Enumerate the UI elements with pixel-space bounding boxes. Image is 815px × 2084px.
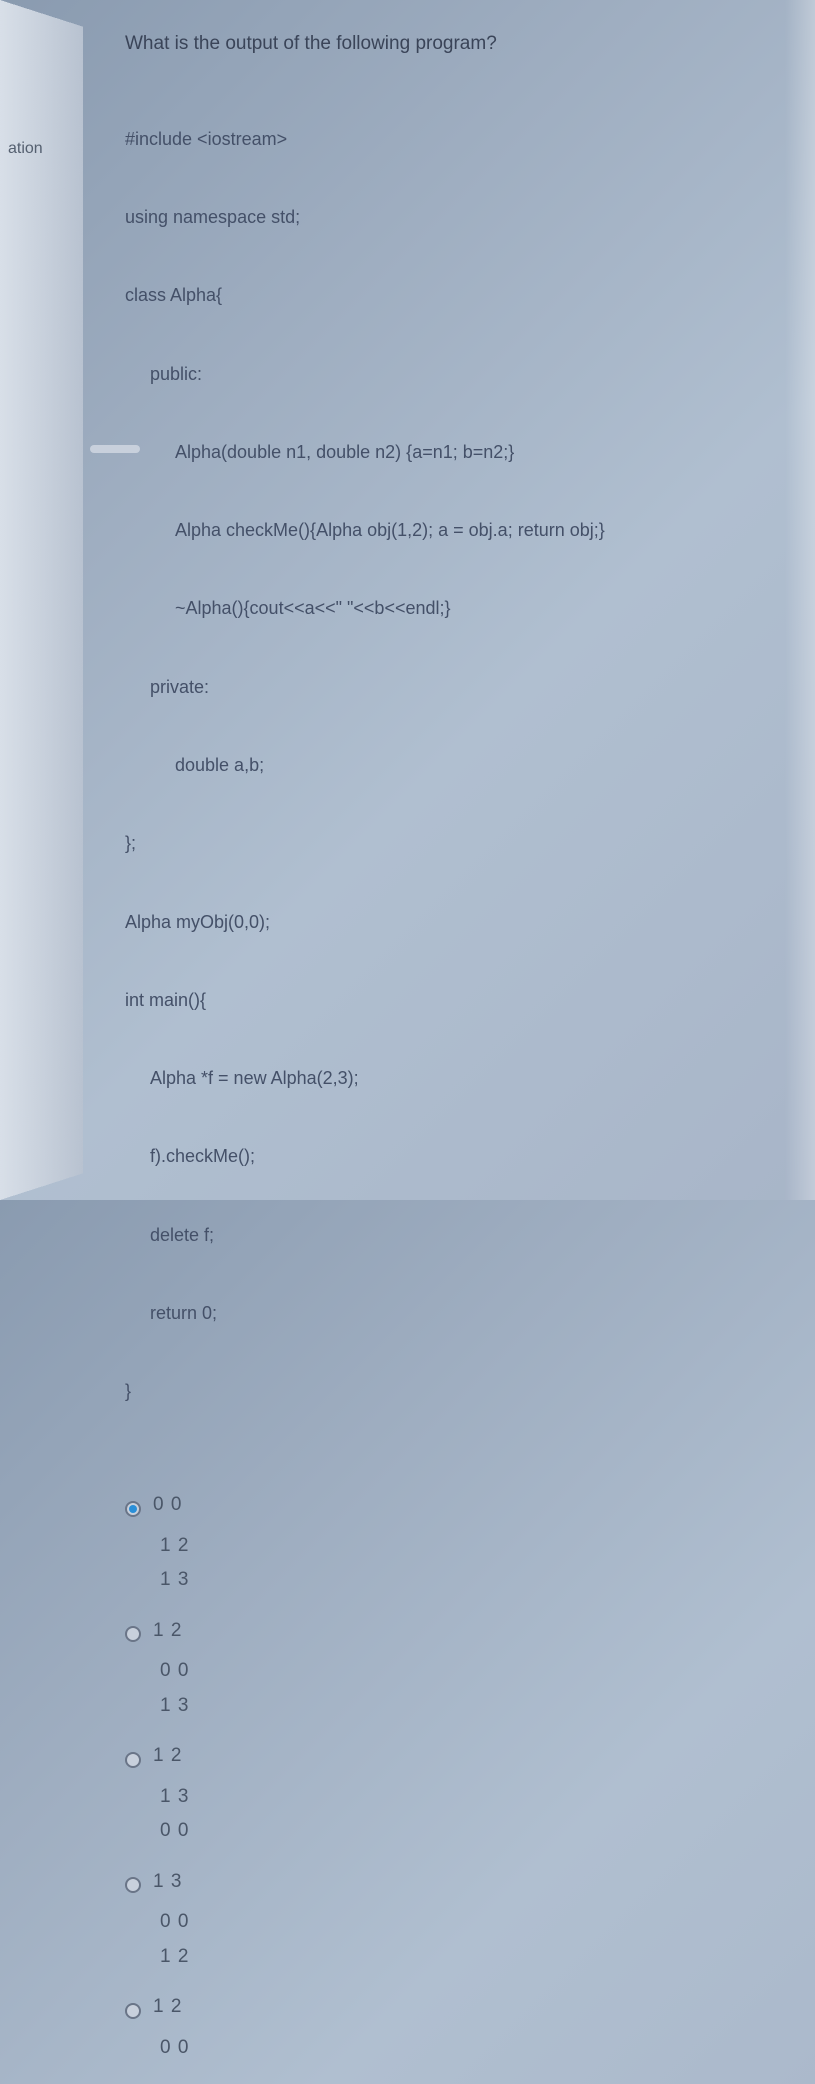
pointer-indicator (90, 445, 140, 453)
radio-icon[interactable] (125, 1501, 141, 1517)
page-fold (0, 0, 83, 1200)
code-line: return 0; (125, 1300, 785, 1326)
code-line: using namespace std; (125, 204, 785, 230)
option-c[interactable]: 1 2 1 3 0 0 (125, 1742, 785, 1846)
option-text: 0 0 (125, 1657, 785, 1686)
code-line: double a,b; (125, 752, 785, 778)
option-text: 1 2 (125, 1532, 785, 1561)
code-line: ~Alpha(){cout<<a<<" "<<b<<endl;} (125, 595, 785, 621)
option-text: 1 2 (153, 1742, 182, 1771)
code-line: Alpha *f = new Alpha(2,3); (125, 1065, 785, 1091)
option-text: 0 0 (125, 1817, 785, 1846)
option-e[interactable]: 1 2 0 0 (125, 1993, 785, 2062)
code-line: Alpha myObj(0,0); (125, 909, 785, 935)
code-line: Alpha checkMe(){Alpha obj(1,2); a = obj.… (125, 517, 785, 543)
code-line: delete f; (125, 1222, 785, 1248)
radio-icon[interactable] (125, 1752, 141, 1768)
option-text: 1 2 (153, 1993, 182, 2022)
code-line: f).checkMe(); (125, 1143, 785, 1169)
code-line: class Alpha{ (125, 282, 785, 308)
radio-icon[interactable] (125, 1626, 141, 1642)
page-edge (785, 0, 815, 1200)
option-text: 1 3 (125, 1566, 785, 1595)
code-block: #include <iostream> using namespace std;… (125, 74, 785, 1457)
option-text: 0 0 (125, 2034, 785, 2063)
option-text: 1 2 (125, 1943, 785, 1972)
question-content: What is the output of the following prog… (125, 30, 785, 2084)
code-line: }; (125, 830, 785, 856)
option-text: 1 3 (125, 1692, 785, 1721)
code-line: Alpha(double n1, double n2) {a=n1; b=n2;… (125, 439, 785, 465)
option-d[interactable]: 1 3 0 0 1 2 (125, 1868, 785, 1972)
radio-icon[interactable] (125, 2003, 141, 2019)
side-tab-label: ation (8, 140, 43, 158)
code-line: } (125, 1378, 785, 1404)
code-line: int main(){ (125, 987, 785, 1013)
option-text: 0 0 (125, 1908, 785, 1937)
code-line: private: (125, 674, 785, 700)
code-line: #include <iostream> (125, 126, 785, 152)
option-text: 1 2 (153, 1617, 182, 1646)
option-text: 1 3 (153, 1868, 182, 1897)
radio-icon[interactable] (125, 1877, 141, 1893)
code-line: public: (125, 361, 785, 387)
option-text: 1 3 (125, 1783, 785, 1812)
option-text: 0 0 (153, 1491, 182, 1520)
option-b[interactable]: 1 2 0 0 1 3 (125, 1617, 785, 1721)
option-a[interactable]: 0 0 1 2 1 3 (125, 1491, 785, 1595)
question-title: What is the output of the following prog… (125, 30, 785, 59)
options-list: 0 0 1 2 1 3 1 2 0 0 1 3 1 2 1 3 0 0 1 (125, 1491, 785, 2062)
